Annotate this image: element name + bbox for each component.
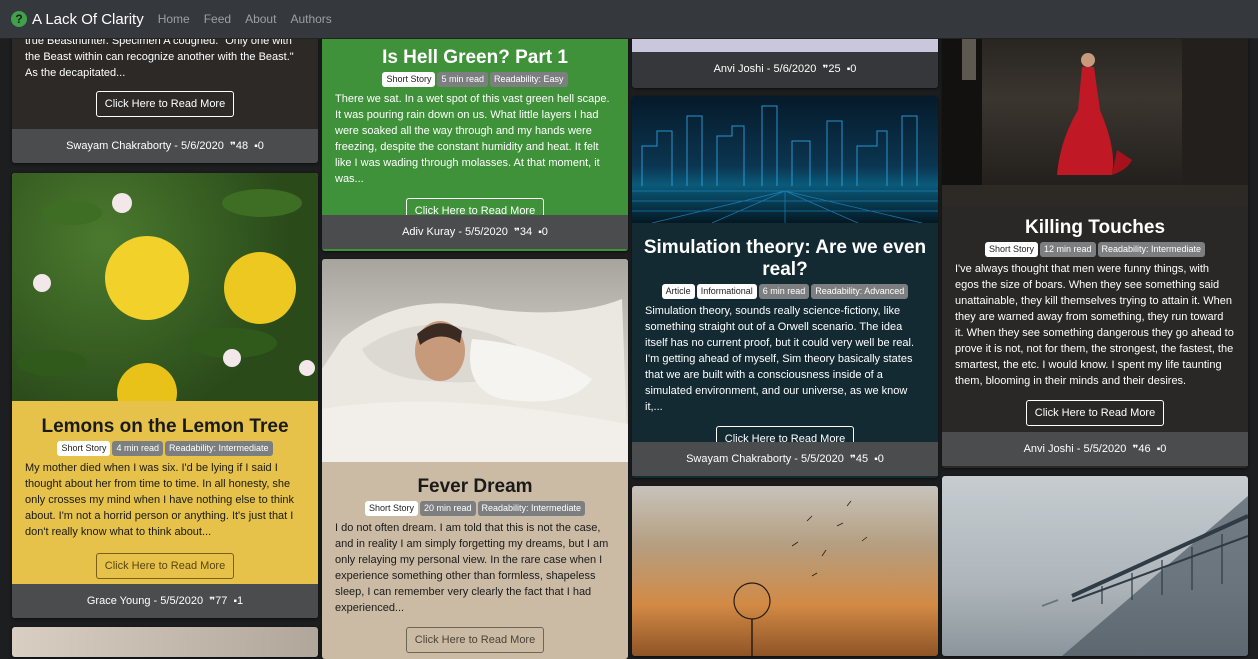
bridge-illustration	[1041, 496, 1248, 656]
story-footer: Anvi Joshi - 5/5/2020 ❞46 ▪0	[942, 432, 1248, 466]
comment-count: 1	[237, 595, 244, 607]
badge-readability: Readability: Intermediate	[477, 501, 586, 516]
story-title[interactable]: Is Hell Green? Part 1	[322, 47, 628, 69]
story-badges: Article Informational 6 min read Readabi…	[632, 284, 938, 299]
dandelion-illustration	[733, 500, 868, 656]
read-more-button[interactable]: Click Here to Read More	[95, 91, 235, 117]
story-excerpt: There we sat. In a wet spot of this vast…	[335, 93, 610, 185]
story-card-lemons: Lemons on the Lemon Tree Short Story 4 m…	[12, 173, 318, 618]
navbar: ? A Lack Of Clarity Home Feed About Auth…	[0, 0, 1258, 39]
sleeping-man-image[interactable]	[322, 259, 628, 462]
author-name[interactable]: Grace Young	[87, 595, 151, 607]
post-date: 5/6/2020	[181, 140, 224, 152]
dandelion-image[interactable]	[632, 486, 938, 656]
digital-city-image[interactable]	[632, 96, 938, 223]
author-name[interactable]: Swayam Chakraborty	[686, 453, 791, 465]
story-footer: Adiv Kuray - 5/5/2020 ❞34 ▪0	[322, 215, 628, 249]
read-more-button[interactable]: Click Here to Read More	[1025, 400, 1165, 426]
post-date: 5/5/2020	[465, 226, 508, 238]
story-badges: Short Story 4 min read Readability: Inte…	[12, 441, 318, 456]
story-excerpt: Simulation theory, sounds really science…	[645, 305, 915, 413]
badge-type: Short Story	[382, 72, 436, 87]
brand-title[interactable]: A Lack Of Clarity	[32, 11, 144, 28]
badge-read-time: 12 min read	[1039, 242, 1096, 257]
lemon-tree-image[interactable]	[12, 173, 318, 401]
story-title[interactable]: Killing Touches	[942, 217, 1248, 239]
nav-link-about[interactable]: About	[245, 12, 276, 26]
nav-link-authors[interactable]: Authors	[290, 12, 331, 26]
sleeping-illustration	[322, 299, 628, 462]
author-name[interactable]: Adiv Kuray	[402, 226, 455, 238]
story-badges: Short Story 5 min read Readability: Easy	[322, 72, 628, 87]
badge-read-time: 6 min read	[758, 284, 810, 299]
foggy-bridge-image[interactable]	[942, 476, 1248, 656]
nav-link-feed[interactable]: Feed	[204, 12, 231, 26]
post-date: 5/5/2020	[160, 595, 204, 607]
story-title[interactable]: Fever Dream	[322, 476, 628, 498]
badge-type: Short Story	[984, 242, 1038, 257]
comment-count: 0	[541, 226, 548, 238]
badge-genre: Informational	[696, 284, 757, 299]
lemon-illustration	[17, 189, 315, 401]
badge-type: Short Story	[364, 501, 418, 516]
post-date: 5/5/2020	[1083, 443, 1127, 455]
quote-count: 34	[519, 226, 533, 238]
story-card-bridge	[942, 476, 1248, 656]
story-footer: Swayam Chakraborty - 5/6/2020 ❞48 ▪0	[12, 129, 318, 163]
story-card-fever-dream: Fever Dream Short Story 20 min read Read…	[322, 259, 628, 659]
author-name[interactable]: Swayam Chakraborty	[66, 140, 171, 152]
story-card-simulation: Simulation theory: Are we even real? Art…	[632, 96, 938, 478]
story-card-next	[12, 627, 318, 657]
story-title[interactable]: Lemons on the Lemon Tree	[12, 416, 318, 438]
quote-count: 45	[855, 453, 869, 465]
quote-count: 46	[1138, 443, 1151, 455]
read-more-button[interactable]: Click Here to Read More	[95, 553, 235, 579]
story-excerpt: I've always thought that men were funny …	[955, 263, 1234, 387]
story-footer: Anvi Joshi - 5/6/2020 ❞25 ▪0	[632, 52, 938, 86]
story-excerpt: true Beasthunter. Specimen A coughed. "O…	[25, 35, 294, 79]
story-excerpt: I do not often dream. I am told that thi…	[335, 522, 609, 614]
story-excerpt: My mother died when I was six. I'd be ly…	[25, 462, 295, 538]
post-date: 5/5/2020	[801, 453, 844, 465]
badge-read-time: 20 min read	[419, 501, 476, 516]
story-footer: Swayam Chakraborty - 5/5/2020 ❞45 ▪0	[632, 442, 938, 476]
quote-count: 25	[828, 63, 841, 75]
author-name[interactable]: Anvi Joshi	[714, 63, 764, 75]
badge-readability: Readability: Easy	[490, 72, 568, 87]
comment-count: 0	[1160, 443, 1167, 455]
quote-count: 77	[215, 595, 228, 607]
badge-type: Article	[661, 284, 695, 299]
story-card-killing-touches: Killing Touches Short Story 12 min read …	[942, 0, 1248, 468]
post-date: 5/6/2020	[773, 63, 817, 75]
question-icon[interactable]: ?	[11, 11, 27, 27]
comment-count: 0	[257, 140, 264, 152]
quote-count: 48	[235, 140, 249, 152]
author-name[interactable]: Anvi Joshi	[1024, 443, 1074, 455]
read-more-button[interactable]: Click Here to Read More	[405, 627, 545, 653]
badge-readability: Readability: Intermediate	[165, 441, 273, 456]
badge-read-time: 5 min read	[437, 72, 488, 87]
story-footer: Grace Young - 5/5/2020 ❞77 ▪1	[12, 584, 318, 618]
comment-count: 0	[850, 63, 857, 75]
story-card-dandelion	[632, 486, 938, 656]
city-illustration	[632, 105, 938, 223]
story-badges: Short Story 12 min read Readability: Int…	[942, 242, 1248, 257]
nav-link-home[interactable]: Home	[158, 12, 190, 26]
badge-read-time: 4 min read	[112, 441, 163, 456]
badge-type: Short Story	[57, 441, 111, 456]
badge-readability: Readability: Advanced	[811, 284, 909, 299]
story-badges: Short Story 20 min read Readability: Int…	[322, 501, 628, 516]
comment-count: 0	[877, 453, 884, 465]
badge-readability: Readability: Intermediate	[1097, 242, 1206, 257]
story-title[interactable]: Simulation theory: Are we even real?	[632, 237, 938, 281]
